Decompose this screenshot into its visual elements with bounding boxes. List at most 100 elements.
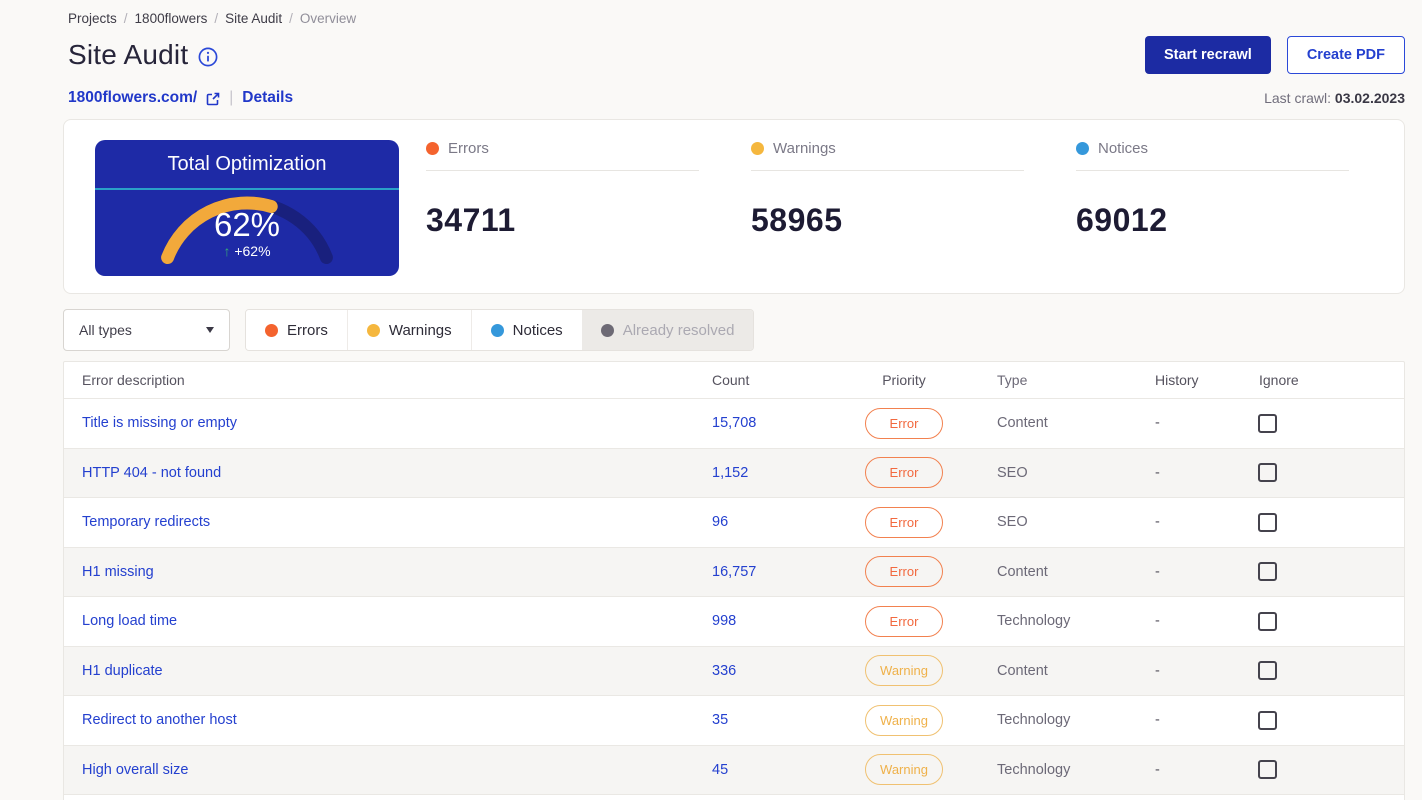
history-value: - [1155, 613, 1160, 630]
start-recrawl-button[interactable]: Start recrawl [1144, 36, 1271, 74]
stat-label: Errors [448, 140, 489, 157]
stat-value: 34711 [426, 202, 516, 238]
segment-label: Warnings [388, 321, 452, 339]
ignore-checkbox[interactable] [1258, 710, 1277, 730]
status-dot-icon [751, 142, 764, 155]
stat-label: Notices [1098, 140, 1149, 157]
breadcrumb-separator: / [123, 11, 128, 26]
column-priority[interactable]: Priority [848, 372, 960, 388]
type-filter-select[interactable]: All types [63, 309, 230, 351]
table-body: Title is missing or empty 15,708 Error C… [64, 398, 1404, 800]
create-pdf-button[interactable]: Create PDF [1286, 36, 1405, 74]
summary-stat: Notices 69012 [1076, 140, 1374, 274]
table-row: Redirect to another host 35 Warning Tech… [64, 695, 1404, 745]
error-description-link[interactable]: Temporary redirects [82, 514, 210, 530]
type-label: Content [997, 563, 1048, 580]
history-value: - [1155, 712, 1160, 729]
error-description-link[interactable]: High overall size [82, 762, 188, 778]
type-label: Technology [997, 761, 1071, 778]
table-row: H1 duplicate 336 Warning Content - [64, 645, 1404, 695]
priority-badge: Error [865, 506, 943, 538]
priority-badge: Warning [865, 704, 943, 736]
history-value: - [1155, 464, 1160, 481]
ignore-checkbox[interactable] [1258, 463, 1277, 483]
type-label: Technology [997, 613, 1071, 630]
severity-filter-group: Errors Warnings Notices Already resolved [245, 309, 755, 351]
page-title: Site Audit [68, 39, 189, 70]
ignore-checkbox[interactable] [1258, 611, 1277, 631]
table-row: HTTP 404 - not found 1,152 Error SEO - [64, 447, 1404, 497]
count-link[interactable]: 35 [712, 712, 728, 728]
severity-filter-segment[interactable]: Errors [246, 310, 347, 350]
priority-badge: Error [865, 457, 943, 489]
status-dot-icon [490, 323, 504, 337]
count-link[interactable]: 45 [712, 762, 728, 778]
stat-value: 69012 [1076, 202, 1168, 238]
history-value: - [1155, 761, 1160, 778]
stat-value: 58965 [751, 202, 843, 238]
type-label: SEO [997, 514, 1028, 531]
breadcrumb: Projects / 1800flowers / Site Audit / Ov… [63, 0, 1405, 26]
site-url-link[interactable]: 1800flowers.com/ [68, 89, 197, 107]
ignore-checkbox[interactable] [1258, 512, 1277, 532]
ignore-checkbox[interactable] [1258, 562, 1277, 582]
error-description-link[interactable]: HTTP 404 - not found [82, 465, 221, 481]
count-link[interactable]: 1,152 [712, 465, 748, 481]
table-row: H1 missing 16,757 Error Content - [64, 546, 1404, 596]
severity-filter-segment[interactable]: Notices [470, 310, 582, 350]
type-label: Content [997, 415, 1048, 432]
table-row: Temporary redirects 96 Error SEO - [64, 497, 1404, 547]
status-dot-icon [600, 323, 614, 337]
count-link[interactable]: 336 [712, 663, 736, 679]
history-value: - [1155, 563, 1160, 580]
severity-filter-segment: Already resolved [581, 310, 754, 350]
ignore-checkbox[interactable] [1258, 413, 1277, 433]
stat-label: Warnings [773, 140, 836, 157]
table-row: Title is missing or empty 15,708 Error C… [64, 398, 1404, 448]
external-link-icon[interactable] [206, 92, 220, 106]
count-link[interactable]: 15,708 [712, 415, 756, 431]
link-divider: | [229, 89, 234, 106]
error-description-link[interactable]: H1 duplicate [82, 663, 163, 679]
table-row: Warning [64, 794, 1404, 800]
priority-badge: Error [865, 605, 943, 637]
chevron-down-icon [206, 327, 214, 333]
error-description-link[interactable]: Redirect to another host [82, 712, 237, 728]
breadcrumb-site-audit[interactable]: Site Audit [225, 11, 282, 26]
breadcrumb-projects[interactable]: Projects [68, 11, 117, 26]
breadcrumb-separator: / [214, 11, 219, 26]
segment-label: Already resolved [622, 321, 735, 339]
column-history[interactable]: History [1140, 372, 1240, 388]
error-description-link[interactable]: Title is missing or empty [82, 415, 237, 431]
column-error-description[interactable]: Error description [64, 372, 712, 388]
last-crawl-date: 03.02.2023 [1334, 90, 1405, 106]
error-description-link[interactable]: H1 missing [82, 564, 154, 580]
ignore-checkbox[interactable] [1258, 661, 1277, 681]
type-label: SEO [997, 464, 1028, 481]
count-link[interactable]: 16,757 [712, 564, 756, 580]
ignore-checkbox[interactable] [1258, 760, 1277, 780]
history-value: - [1155, 514, 1160, 531]
details-link[interactable]: Details [242, 89, 293, 107]
column-type[interactable]: Type [960, 372, 1140, 388]
page: Projects / 1800flowers / Site Audit / Ov… [63, 0, 1405, 800]
count-link[interactable]: 96 [712, 514, 728, 530]
status-dot-icon [265, 323, 278, 337]
status-dot-icon [426, 142, 439, 155]
error-description-link[interactable]: Long load time [82, 613, 177, 629]
segment-label: Errors [287, 321, 328, 339]
type-label: Technology [997, 712, 1071, 729]
priority-badge: Warning [865, 754, 943, 786]
arrow-up-icon: ↑ [223, 243, 231, 259]
priority-badge: Warning [865, 655, 943, 687]
breadcrumb-project-name[interactable]: 1800flowers [135, 11, 208, 26]
count-link[interactable]: 998 [712, 613, 736, 629]
history-value: - [1155, 662, 1160, 679]
gauge-delta: ↑ +62% [223, 243, 271, 259]
summary-stats: Errors 34711 Warnings 58965 Notices 6901… [399, 140, 1374, 274]
column-count[interactable]: Count [712, 372, 848, 388]
breadcrumb-separator: / [289, 11, 293, 26]
info-icon[interactable] [198, 47, 218, 67]
severity-filter-segment[interactable]: Warnings [346, 310, 471, 350]
column-ignore[interactable]: Ignore [1240, 372, 1404, 388]
